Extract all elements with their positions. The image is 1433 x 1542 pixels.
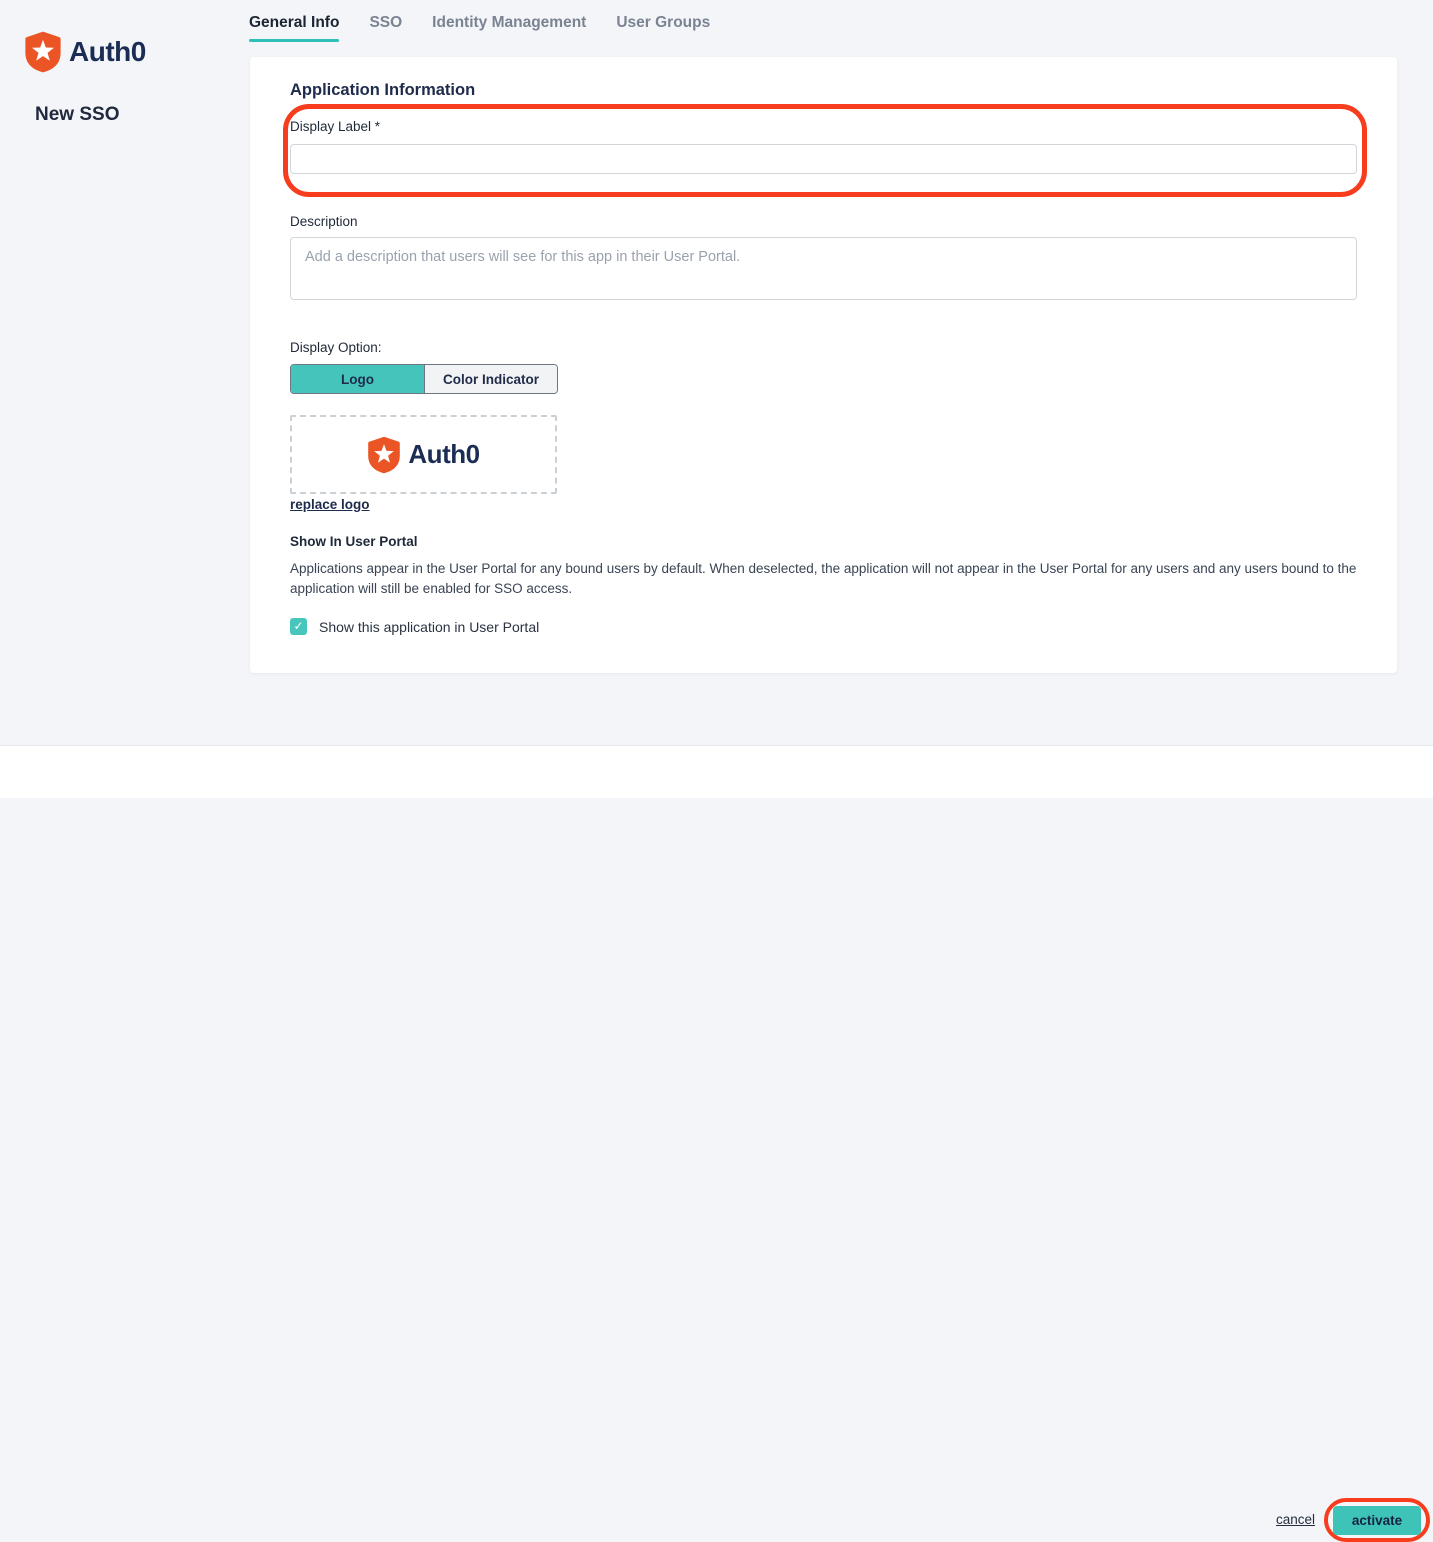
- display-option-label: Display Option:: [290, 340, 382, 355]
- user-portal-checkbox-row[interactable]: ✓ Show this application in User Portal: [290, 618, 539, 635]
- tab-bar: General Info SSO Identity Management Use…: [249, 14, 710, 42]
- activate-button[interactable]: activate: [1333, 1506, 1421, 1535]
- replace-logo-link[interactable]: replace logo: [290, 497, 370, 512]
- display-label-highlight-annotation: Display Label *: [283, 104, 1367, 197]
- application-info-card: Application Information Display Label * …: [250, 57, 1397, 673]
- activate-highlight-annotation: activate: [1324, 1498, 1430, 1542]
- show-in-user-portal-description: Applications appear in the User Portal f…: [290, 559, 1360, 599]
- logo-preview-wordmark: Auth0: [408, 439, 479, 470]
- user-portal-checkbox-label: Show this application in User Portal: [319, 619, 539, 635]
- tab-general-info[interactable]: General Info: [249, 14, 339, 42]
- display-option-logo[interactable]: Logo: [291, 365, 424, 393]
- tab-identity-management[interactable]: Identity Management: [432, 14, 586, 42]
- app-logo: Auth0: [24, 31, 146, 73]
- display-label-label: Display Label *: [290, 119, 380, 134]
- cancel-link[interactable]: cancel: [1276, 1512, 1315, 1527]
- display-label-input[interactable]: [290, 144, 1357, 174]
- checkbox-checked-icon[interactable]: ✓: [290, 618, 307, 635]
- description-label: Description: [290, 214, 358, 229]
- page-title: New SSO: [35, 104, 119, 126]
- section-title: Application Information: [290, 81, 475, 100]
- auth0-shield-icon: [24, 31, 62, 73]
- tab-sso[interactable]: SSO: [369, 14, 402, 42]
- logo-preview-dropzone[interactable]: Auth0: [290, 415, 557, 494]
- tab-user-groups[interactable]: User Groups: [616, 14, 710, 42]
- show-in-user-portal-title: Show In User Portal: [290, 534, 418, 549]
- display-option-toggle: Logo Color Indicator: [290, 364, 558, 394]
- display-option-color-indicator[interactable]: Color Indicator: [424, 365, 557, 393]
- auth0-shield-icon: [367, 436, 401, 474]
- description-textarea[interactable]: [290, 237, 1357, 300]
- footer-bar: cancel activate: [0, 745, 1433, 798]
- brand-wordmark: Auth0: [69, 36, 146, 68]
